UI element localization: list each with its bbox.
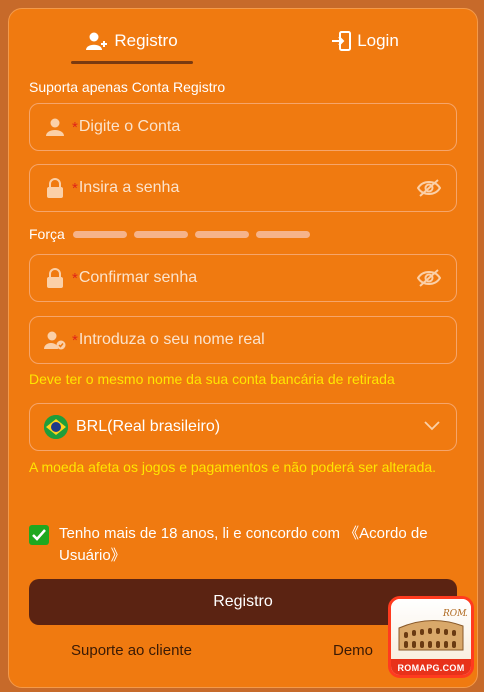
eye-off-icon[interactable]	[416, 177, 442, 199]
colosseum-logo: ROMA	[391, 599, 471, 659]
account-field[interactable]: *	[29, 103, 457, 151]
real-name-field[interactable]: *	[29, 316, 457, 364]
chevron-down-icon	[424, 418, 440, 436]
strength-bar	[72, 230, 127, 238]
required-mark: *	[72, 179, 78, 197]
customer-support-link[interactable]: Suporte ao cliente	[71, 642, 192, 659]
tab-register-label: Registro	[114, 31, 178, 50]
password-strength: Força	[29, 226, 317, 242]
strength-bar	[133, 230, 188, 238]
lock-icon	[44, 177, 66, 199]
terms-agreement: Tenho mais de 18 anos, li e concordo com…	[29, 523, 449, 567]
user-icon	[44, 116, 66, 138]
demo-link[interactable]: Demo	[333, 642, 373, 659]
add-user-icon	[86, 32, 108, 50]
currency-hint: A moeda afeta os jogos e pagamentos e nã…	[29, 459, 437, 475]
eye-off-icon[interactable]	[416, 267, 442, 289]
required-mark: *	[72, 118, 78, 136]
password-input[interactable]	[78, 179, 416, 197]
strength-label: Força	[29, 226, 65, 242]
currency-select[interactable]: BRL(Real brasileiro)	[29, 403, 457, 451]
password-field[interactable]: *	[29, 164, 457, 212]
currency-value: BRL(Real brasileiro)	[76, 418, 221, 435]
terms-checkbox[interactable]	[29, 525, 49, 545]
strength-bar	[194, 230, 249, 238]
brazil-flag-icon	[44, 415, 68, 439]
tab-login[interactable]: Login	[305, 21, 425, 61]
tab-login-label: Login	[357, 31, 399, 50]
login-door-icon	[332, 31, 352, 51]
required-mark: *	[72, 331, 78, 349]
active-tab-indicator	[71, 61, 193, 64]
real-name-hint: Deve ter o mesmo nome da sua conta bancá…	[29, 371, 395, 387]
real-name-input[interactable]	[78, 331, 456, 349]
account-type-label: Suporta apenas Conta Registro	[29, 79, 226, 95]
romapg-promo-badge[interactable]: ROMA ROMAPG.COM	[388, 596, 474, 678]
terms-text: Tenho mais de 18 anos, li e concordo com…	[59, 523, 449, 567]
terms-label: Tenho mais de 18 anos, li e concordo com	[59, 525, 345, 542]
required-mark: *	[72, 269, 78, 287]
tab-register[interactable]: Registro	[69, 21, 195, 61]
tab-bar: Registro Login	[9, 9, 477, 65]
register-modal: Registro Login Suporta apenas Conta Regi…	[8, 8, 478, 688]
badge-script: ROMA	[442, 609, 467, 619]
check-icon	[32, 529, 46, 541]
strength-bar	[255, 230, 310, 238]
confirm-password-field[interactable]: *	[29, 254, 457, 302]
confirm-password-input[interactable]	[78, 269, 416, 287]
lock-icon	[44, 267, 66, 289]
account-input[interactable]	[78, 118, 456, 136]
verified-user-icon	[44, 329, 66, 351]
badge-brand: ROMAPG.COM	[391, 659, 471, 675]
